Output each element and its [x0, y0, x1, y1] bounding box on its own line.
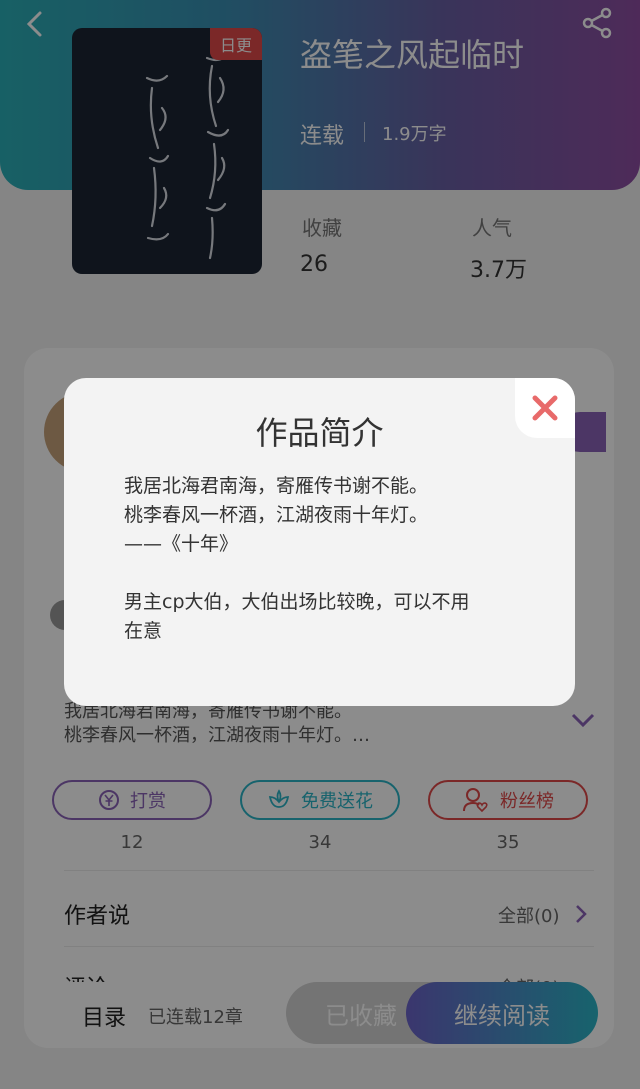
- synopsis-line: 我居北海君南海，寄雁传书谢不能。: [124, 475, 429, 497]
- synopsis-text: 我居北海君南海，寄雁传书谢不能。 桃李春风一杯酒，江湖夜雨十年灯。 ——《十年》…: [124, 472, 524, 646]
- modal-title: 作品简介: [255, 414, 384, 452]
- synopsis-gap: [124, 559, 524, 588]
- synopsis-modal: 作品简介 我居北海君南海，寄雁传书谢不能。 桃李春风一杯酒，江湖夜雨十年灯。 —…: [64, 378, 575, 706]
- synopsis-line: 男主cp大伯，大伯出场比较晚，可以不用: [124, 591, 470, 613]
- synopsis-line: 桃李春风一杯酒，江湖夜雨十年灯。: [124, 504, 429, 526]
- synopsis-line: ——《十年》: [124, 533, 239, 555]
- synopsis-line: 在意: [124, 620, 163, 642]
